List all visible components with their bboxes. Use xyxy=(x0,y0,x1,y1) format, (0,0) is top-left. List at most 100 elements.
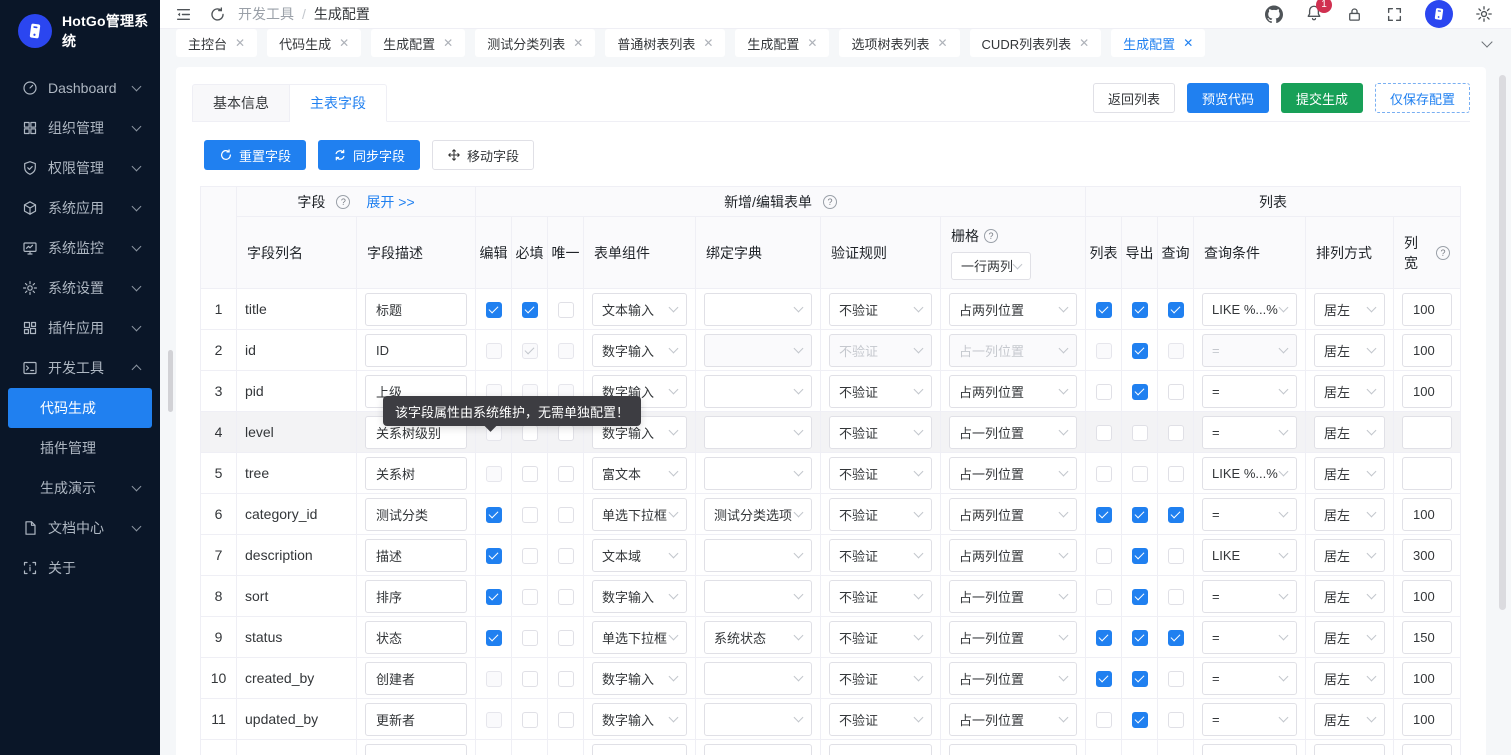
required-checkbox[interactable] xyxy=(522,712,538,728)
close-icon[interactable]: ✕ xyxy=(1079,36,1089,50)
export-checkbox[interactable] xyxy=(1132,384,1148,400)
grid-select[interactable]: 占两列位置 xyxy=(949,539,1077,572)
sidebar-item-about[interactable]: 关于 xyxy=(0,548,160,588)
width-input[interactable] xyxy=(1402,293,1452,326)
sidebar-item-plugin-manage[interactable]: 插件管理 xyxy=(0,428,160,468)
export-checkbox[interactable] xyxy=(1132,343,1148,359)
align-select[interactable]: 居左 xyxy=(1314,457,1385,490)
dict-select[interactable] xyxy=(704,293,812,326)
required-checkbox[interactable] xyxy=(522,589,538,605)
required-checkbox[interactable] xyxy=(522,630,538,646)
query-checkbox[interactable] xyxy=(1168,302,1184,318)
width-input[interactable] xyxy=(1402,498,1452,531)
required-checkbox[interactable] xyxy=(522,466,538,482)
sidebar-item-dashboard[interactable]: Dashboard xyxy=(0,68,160,108)
edit-checkbox[interactable] xyxy=(486,302,502,318)
sidebar-item-docs[interactable]: 文档中心 xyxy=(0,508,160,548)
align-select[interactable]: 居左 xyxy=(1314,375,1385,408)
tag-tab[interactable]: 测试分类列表✕ xyxy=(475,29,595,57)
grid-select[interactable]: 占一列位置 xyxy=(949,416,1077,449)
component-select[interactable]: 文本输入 xyxy=(592,293,687,326)
edit-checkbox[interactable] xyxy=(486,630,502,646)
validation-select[interactable] xyxy=(829,744,932,755)
user-avatar[interactable] xyxy=(1425,0,1453,28)
move-fields-button[interactable]: 移动字段 xyxy=(432,140,534,170)
component-select[interactable]: 数字输入 xyxy=(592,703,687,736)
unique-checkbox[interactable] xyxy=(558,630,574,646)
align-select[interactable]: 居左 xyxy=(1314,703,1385,736)
align-select[interactable]: 居左 xyxy=(1314,621,1385,654)
list-checkbox[interactable] xyxy=(1096,425,1112,441)
width-input[interactable] xyxy=(1402,621,1452,654)
required-checkbox[interactable] xyxy=(522,671,538,687)
query-cond-select[interactable]: = xyxy=(1202,662,1297,695)
grid-select[interactable]: 占两列位置 xyxy=(949,498,1077,531)
tab-main-fields[interactable]: 主表字段 xyxy=(290,84,387,122)
width-input[interactable] xyxy=(1402,416,1452,449)
unique-checkbox[interactable] xyxy=(558,425,574,441)
list-checkbox[interactable] xyxy=(1096,466,1112,482)
list-checkbox[interactable] xyxy=(1096,548,1112,564)
list-checkbox[interactable] xyxy=(1096,507,1112,523)
close-icon[interactable]: ✕ xyxy=(573,36,583,50)
field-desc-input[interactable] xyxy=(365,621,467,654)
tag-tab[interactable]: 选项树表列表✕ xyxy=(839,29,959,57)
align-select[interactable]: 居左 xyxy=(1314,334,1385,367)
export-checkbox[interactable] xyxy=(1132,302,1148,318)
dict-select[interactable] xyxy=(704,539,812,572)
validation-select[interactable]: 不验证 xyxy=(829,457,932,490)
query-checkbox[interactable] xyxy=(1168,425,1184,441)
grid-select[interactable]: 占一列位置 xyxy=(949,621,1077,654)
collapse-sidebar-icon[interactable] xyxy=(174,5,192,23)
tag-tab[interactable]: 代码生成✕ xyxy=(267,29,361,57)
field-desc-input[interactable] xyxy=(365,498,467,531)
sync-fields-button[interactable]: 同步字段 xyxy=(318,140,420,170)
query-checkbox[interactable] xyxy=(1168,507,1184,523)
component-select[interactable]: 数字输入 xyxy=(592,662,687,695)
align-select[interactable]: 居左 xyxy=(1314,662,1385,695)
unique-checkbox[interactable] xyxy=(558,712,574,728)
close-icon[interactable]: ✕ xyxy=(339,36,349,50)
tag-tab[interactable]: 主控台✕ xyxy=(176,29,257,57)
export-checkbox[interactable] xyxy=(1132,548,1148,564)
query-cond-select[interactable] xyxy=(1202,744,1297,755)
breadcrumb-parent[interactable]: 开发工具 xyxy=(238,4,294,24)
close-icon[interactable]: ✕ xyxy=(235,36,245,50)
grid-select[interactable]: 占一列位置 xyxy=(949,457,1077,490)
field-desc-input[interactable] xyxy=(365,580,467,613)
align-select[interactable]: 居左 xyxy=(1314,293,1385,326)
close-icon[interactable]: ✕ xyxy=(443,36,453,50)
query-checkbox[interactable] xyxy=(1168,384,1184,400)
unique-checkbox[interactable] xyxy=(558,589,574,605)
sidebar-item-sys-monitor[interactable]: 系统监控 xyxy=(0,228,160,268)
unique-checkbox[interactable] xyxy=(558,302,574,318)
query-cond-select[interactable]: = xyxy=(1202,703,1297,736)
export-checkbox[interactable] xyxy=(1132,507,1148,523)
list-checkbox[interactable] xyxy=(1096,630,1112,646)
query-cond-select[interactable]: LIKE %...% xyxy=(1202,457,1297,490)
tag-tab[interactable]: 生成配置✕ xyxy=(1111,29,1205,57)
grid-layout-select[interactable]: 一行两列 xyxy=(951,252,1031,280)
grid-select[interactable] xyxy=(949,744,1077,755)
dict-select[interactable] xyxy=(704,662,812,695)
close-icon[interactable]: ✕ xyxy=(937,36,947,50)
close-icon[interactable]: ✕ xyxy=(807,36,817,50)
align-select[interactable]: 居左 xyxy=(1314,539,1385,572)
dict-select[interactable]: 系统状态 xyxy=(704,621,812,654)
sidebar-item-sys-app[interactable]: 系统应用 xyxy=(0,188,160,228)
component-select[interactable]: 富文本 xyxy=(592,457,687,490)
query-checkbox[interactable] xyxy=(1168,630,1184,646)
align-select[interactable]: 居左 xyxy=(1314,580,1385,613)
lock-screen-icon[interactable] xyxy=(1345,5,1363,23)
grid-select[interactable]: 占两列位置 xyxy=(949,293,1077,326)
dict-select[interactable] xyxy=(704,703,812,736)
width-input[interactable] xyxy=(1402,334,1452,367)
validation-select[interactable]: 不验证 xyxy=(829,416,932,449)
width-input[interactable] xyxy=(1402,703,1452,736)
query-checkbox[interactable] xyxy=(1168,589,1184,605)
field-desc-input[interactable] xyxy=(365,334,467,367)
align-select[interactable] xyxy=(1314,744,1385,755)
github-icon[interactable] xyxy=(1265,5,1283,23)
field-desc-input[interactable] xyxy=(365,293,467,326)
dict-select[interactable] xyxy=(704,580,812,613)
